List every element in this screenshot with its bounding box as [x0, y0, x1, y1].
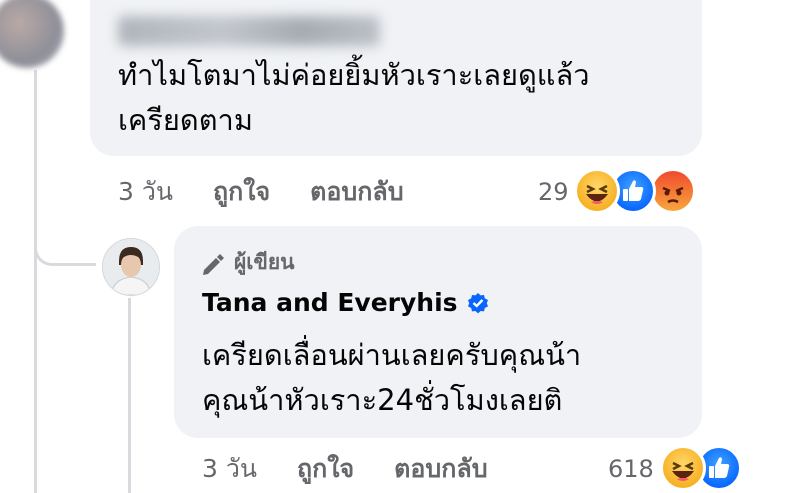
reply-haha-icon[interactable] [660, 445, 706, 491]
reply-actions: 3 วัน ถูกใจ ตอบกลับ [202, 449, 488, 489]
reply-text-line1: เครียดเลื่อนผ่านเลยครับคุณน้า [202, 338, 582, 372]
commenter-name-redacted[interactable] [118, 16, 380, 46]
reply-reply-link[interactable]: ตอบกลับ [394, 449, 487, 489]
reply-text-line2: คุณน้าหัวเราะ24ชั่วโมงเลยติ [202, 383, 563, 417]
comment-text-line2: เครียดตาม [118, 103, 253, 137]
thread-line-main [34, 70, 37, 493]
commenter-avatar[interactable] [0, 0, 64, 68]
reply-time[interactable]: 3 วัน [202, 449, 257, 489]
reply-like-link[interactable]: ถูกใจ [297, 449, 354, 489]
comment-text-line1: ทำไมโตมาไม่ค่อยยิ้มหัวเราะเลยดูแล้ว [118, 58, 590, 92]
author-badge-label: ผู้เขียน [234, 250, 295, 274]
author-badge: ผู้เขียน [200, 246, 295, 279]
angry-icon[interactable] [650, 168, 696, 214]
reply-reaction-count[interactable]: 618 [608, 455, 654, 483]
comment-actions: 3 วัน ถูกใจ ตอบกลับ [118, 172, 404, 212]
reaction-count[interactable]: 29 [538, 178, 569, 206]
comment-time[interactable]: 3 วัน [118, 172, 173, 212]
pen-icon [203, 253, 224, 275]
haha-icon[interactable] [574, 168, 620, 214]
author-avatar[interactable] [102, 238, 160, 296]
verified-badge-icon [467, 292, 488, 313]
author-name[interactable]: Tana and Everyhis [202, 288, 458, 317]
like-link[interactable]: ถูกใจ [213, 172, 270, 212]
thread-line-curve [34, 236, 96, 266]
author-name-row: Tana and Everyhis [202, 288, 490, 317]
thread-line-reply [128, 298, 131, 493]
reply-link[interactable]: ตอบกลับ [310, 172, 403, 212]
